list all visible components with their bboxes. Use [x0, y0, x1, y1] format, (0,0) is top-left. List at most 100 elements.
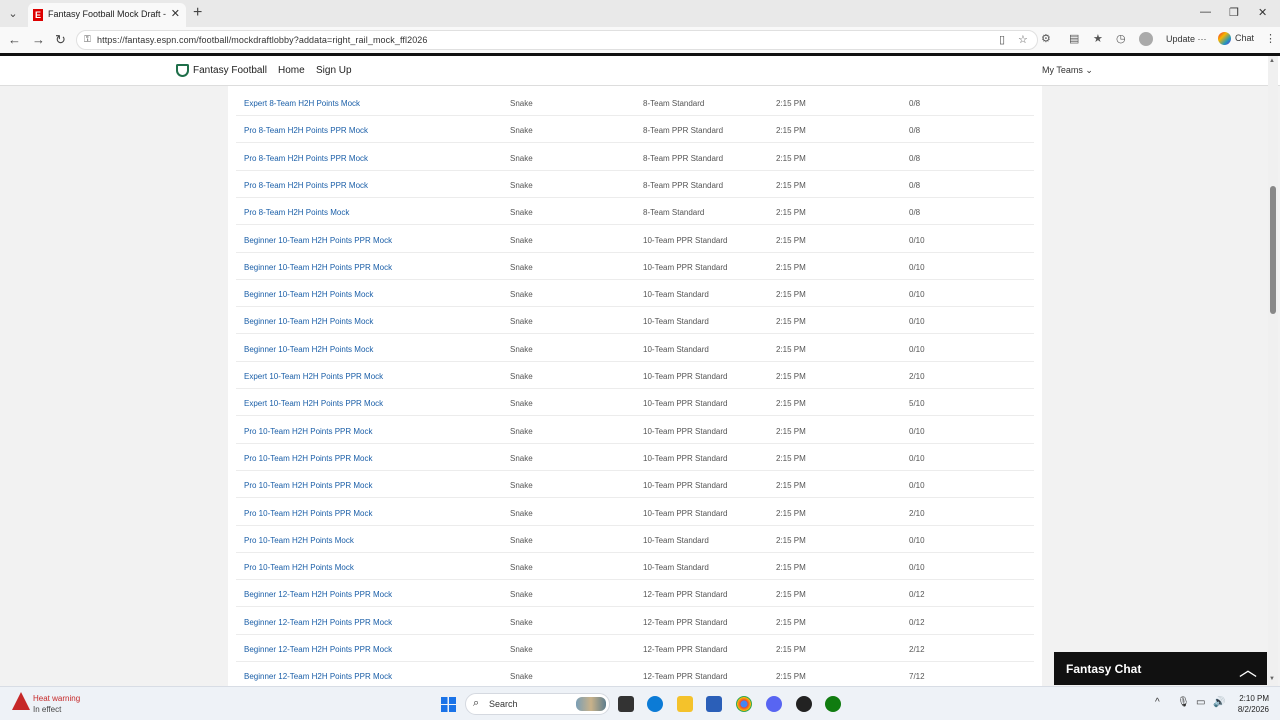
draft-name-link[interactable]: Pro 8-Team H2H Points Mock: [244, 208, 349, 217]
profile-avatar[interactable]: [1139, 32, 1153, 46]
fantasy-football-brand[interactable]: Fantasy Football: [176, 64, 267, 77]
page-scrollbar[interactable]: ▲ ▼: [1268, 56, 1278, 686]
table-row[interactable]: Beginner 10-Team H2H Points PPR Mock Snak…: [236, 226, 1034, 253]
scroll-up-icon[interactable]: ▲: [1269, 58, 1275, 64]
draft-name-link[interactable]: Pro 8-Team H2H Points PPR Mock: [244, 181, 368, 190]
refresh-icon[interactable]: ↻: [55, 32, 66, 48]
draft-name-link[interactable]: Pro 8-Team H2H Points PPR Mock: [244, 126, 368, 135]
draft-name-link[interactable]: Pro 8-Team H2H Points PPR Mock: [244, 154, 368, 163]
clock-date[interactable]: 8/2/2026: [1229, 705, 1269, 714]
table-row[interactable]: Pro 10-Team H2H Points Mock Snake 10-Team …: [236, 553, 1034, 581]
draft-name-link[interactable]: Beginner 12-Team H2H Points PPR Mock: [244, 590, 392, 599]
tray-overflow-icon[interactable]: ^: [1155, 697, 1160, 708]
heat-warning-icon[interactable]: [12, 692, 30, 710]
microphone-icon[interactable]: 🎙: [1177, 697, 1190, 708]
history-icon[interactable]: ◷: [1116, 32, 1126, 45]
forward-icon[interactable]: →: [32, 32, 45, 47]
split-screen-icon[interactable]: ▤: [1069, 32, 1079, 45]
table-row[interactable]: Pro 8-Team H2H Points PPR Mock Snake 8-Tea…: [236, 116, 1034, 144]
table-row[interactable]: Pro 10-Team H2H Points Mock Snake 10-Team …: [236, 526, 1034, 553]
draft-name-link[interactable]: Beginner 12-Team H2H Points PPR Mock: [244, 645, 392, 654]
draft-name-link[interactable]: Beginner 12-Team H2H Points PPR Mock: [244, 672, 392, 681]
draft-name-link[interactable]: Pro 10-Team H2H Points PPR Mock: [244, 454, 373, 463]
store-icon[interactable]: [706, 696, 722, 712]
table-row[interactable]: Beginner 12-Team H2H Points PPR Mock Snak…: [236, 580, 1034, 608]
nav-home-link[interactable]: Home: [278, 65, 305, 76]
table-row[interactable]: Expert 10-Team H2H Points PPR Mock Snake 1…: [236, 389, 1034, 417]
fantasy-chat-panel[interactable]: Fantasy Chat ︿: [1054, 652, 1267, 685]
draft-team-count: 2/10: [909, 372, 925, 381]
table-row[interactable]: Pro 8-Team H2H Points PPR Mock Snake 8-Tea…: [236, 171, 1034, 198]
table-row[interactable]: Pro 8-Team H2H Points PPR Mock Snake 8-Tea…: [236, 144, 1034, 171]
network-icon[interactable]: ▭: [1196, 697, 1205, 708]
draft-type: Snake: [510, 126, 533, 136]
file-explorer-icon[interactable]: [677, 696, 693, 712]
close-window-icon[interactable]: ✕: [1258, 6, 1267, 19]
draft-name-link[interactable]: Beginner 12-Team H2H Points PPR Mock: [244, 618, 392, 627]
task-view-icon[interactable]: [618, 696, 634, 712]
draft-format: 8-Team Standard: [643, 208, 705, 218]
table-row[interactable]: Beginner 12-Team H2H Points PPR Mock Snak…: [236, 635, 1034, 662]
table-row[interactable]: Pro 10-Team H2H Points PPR Mock Snake 10-T…: [236, 499, 1034, 526]
draft-name-link[interactable]: Pro 10-Team H2H Points Mock: [244, 536, 354, 545]
extensions-icon[interactable]: ⚙: [1041, 32, 1051, 45]
table-row[interactable]: Pro 10-Team H2H Points PPR Mock Snake 10-T…: [236, 417, 1034, 444]
favorite-star-icon[interactable]: ☆: [1018, 33, 1028, 46]
draft-name-link[interactable]: Expert 8-Team H2H Points Mock: [244, 99, 360, 108]
draft-name-link[interactable]: Beginner 10-Team H2H Points Mock: [244, 317, 373, 326]
scroll-down-icon[interactable]: ▼: [1269, 676, 1275, 682]
discord-icon[interactable]: [766, 696, 782, 712]
browser-tab[interactable]: E Fantasy Football Mock Draft - ESPN ✕: [28, 3, 186, 27]
draft-name-link[interactable]: Expert 10-Team H2H Points PPR Mock: [244, 399, 383, 408]
table-row[interactable]: Beginner 10-Team H2H Points Mock Snake 10-…: [236, 335, 1034, 362]
chevron-up-icon[interactable]: ︿: [1239, 656, 1257, 682]
draft-name-link[interactable]: Expert 10-Team H2H Points PPR Mock: [244, 372, 383, 381]
draft-name-link[interactable]: Beginner 10-Team H2H Points PPR Mock: [244, 263, 392, 272]
address-bar[interactable]: ⚿ https://fantasy.espn.com/football/mock…: [76, 30, 1038, 50]
nav-signup-link[interactable]: Sign Up: [316, 65, 352, 76]
draft-name-link[interactable]: Pro 10-Team H2H Points PPR Mock: [244, 509, 373, 518]
table-row[interactable]: Expert 10-Team H2H Points PPR Mock Snake 1…: [236, 362, 1034, 389]
restore-icon[interactable]: ❐: [1229, 6, 1239, 19]
more-options-icon[interactable]: ⋮: [1265, 32, 1276, 45]
table-row[interactable]: Pro 8-Team H2H Points Mock Snake 8-Team St…: [236, 198, 1034, 226]
github-icon[interactable]: [796, 696, 812, 712]
table-row[interactable]: Beginner 10-Team H2H Points Mock Snake 10-…: [236, 307, 1034, 335]
new-tab-icon[interactable]: +: [193, 4, 202, 22]
chrome-icon[interactable]: [736, 696, 752, 712]
draft-format: 10-Team Standard: [643, 317, 709, 327]
table-row[interactable]: Beginner 10-Team H2H Points Mock Snake 10-…: [236, 280, 1034, 308]
copilot-chat-button[interactable]: Chat: [1218, 32, 1254, 45]
site-info-icon[interactable]: ⚿: [84, 34, 91, 45]
table-row[interactable]: Expert 8-Team H2H Points Mock Snake 8-Team…: [236, 89, 1034, 116]
windows-start-icon[interactable]: [441, 697, 456, 712]
draft-format: 8-Team Standard: [643, 99, 705, 108]
clock-time[interactable]: 2:10 PM: [1237, 694, 1269, 703]
draft-name-link[interactable]: Pro 10-Team H2H Points PPR Mock: [244, 481, 373, 490]
update-button[interactable]: Update ···: [1166, 34, 1207, 44]
my-teams-dropdown[interactable]: My Teams ⌄: [1042, 65, 1093, 76]
table-row[interactable]: Beginner 12-Team H2H Points PPR Mock Snak…: [236, 662, 1034, 686]
tab-close-icon[interactable]: ✕: [171, 7, 180, 20]
table-row[interactable]: Beginner 12-Team H2H Points PPR Mock Snak…: [236, 608, 1034, 635]
draft-name-link[interactable]: Beginner 10-Team H2H Points Mock: [244, 345, 373, 354]
table-row[interactable]: Pro 10-Team H2H Points PPR Mock Snake 10-T…: [236, 471, 1034, 499]
draft-type: Snake: [510, 372, 533, 381]
reader-icon[interactable]: ▯: [999, 33, 1005, 46]
table-row[interactable]: Beginner 10-Team H2H Points PPR Mock Snak…: [236, 253, 1034, 280]
draft-name-link[interactable]: Beginner 10-Team H2H Points Mock: [244, 290, 373, 299]
favorites-icon[interactable]: ★: [1093, 32, 1103, 45]
draft-name-link[interactable]: Pro 10-Team H2H Points PPR Mock: [244, 427, 373, 436]
taskbar-search[interactable]: ⌕ Search: [465, 693, 610, 715]
xbox-icon[interactable]: [825, 696, 841, 712]
volume-icon[interactable]: 🔊: [1213, 697, 1225, 708]
scroll-thumb[interactable]: [1270, 186, 1276, 314]
table-row[interactable]: Pro 10-Team H2H Points PPR Mock Snake 10-T…: [236, 444, 1034, 471]
weather-title[interactable]: Heat warning: [33, 694, 80, 703]
minimize-icon[interactable]: —: [1200, 6, 1211, 18]
tab-actions-chevron-icon[interactable]: ⌄: [4, 5, 22, 23]
draft-name-link[interactable]: Pro 10-Team H2H Points Mock: [244, 563, 354, 572]
draft-name-link[interactable]: Beginner 10-Team H2H Points PPR Mock: [244, 236, 392, 245]
edge-icon[interactable]: [647, 696, 663, 712]
back-icon[interactable]: ←: [8, 32, 21, 47]
